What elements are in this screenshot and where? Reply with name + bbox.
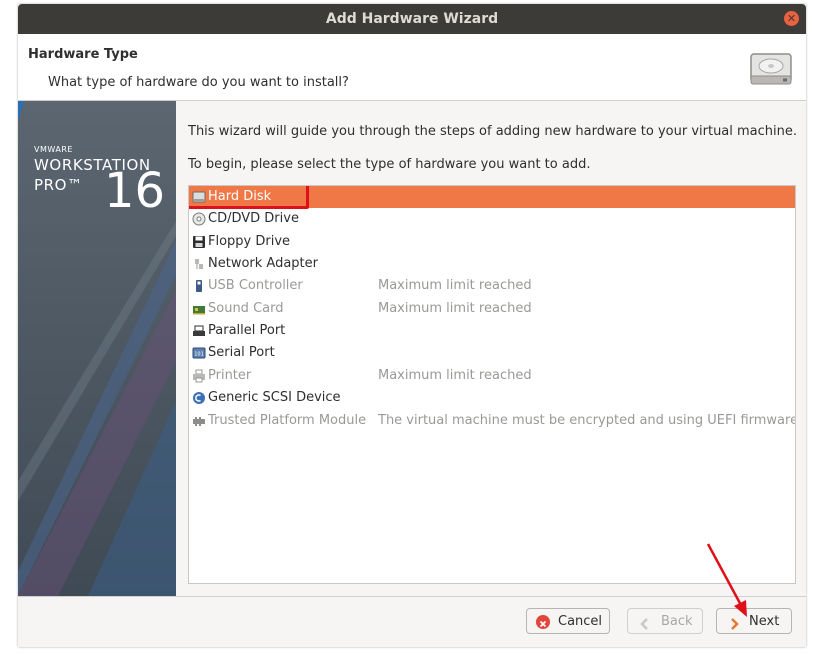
list-item-sound-card[interactable]: Sound Card Maximum limit reached <box>189 298 795 320</box>
wizard-header: Hardware Type What type of hardware do y… <box>18 34 806 100</box>
list-item-status: The virtual machine must be encrypted an… <box>378 413 796 428</box>
list-item-label: Network Adapter <box>208 256 318 271</box>
vmware-sidebar-banner: VMWARE WORKSTATION PRO™ 16 <box>18 101 176 596</box>
list-item-label: Sound Card <box>208 301 284 316</box>
intro-text-2: To begin, please select the type of hard… <box>188 157 591 172</box>
list-item-network-adapter[interactable]: Network Adapter <box>189 253 795 275</box>
add-hardware-wizard-window: Add Hardware Wizard ✕ Hardware Type What… <box>18 4 806 647</box>
page-title: Hardware Type <box>28 47 138 62</box>
sound-card-icon <box>192 302 206 316</box>
chevron-right-icon <box>727 615 741 630</box>
window-title: Add Hardware Wizard <box>325 11 499 27</box>
list-item-label: Printer <box>208 368 252 383</box>
brand-edition: PRO™ <box>34 176 83 194</box>
list-item-label: Generic SCSI Device <box>208 390 341 405</box>
list-item-label: Serial Port <box>208 345 275 360</box>
list-item-label: Floppy Drive <box>208 234 291 249</box>
serial-port-icon: 101 <box>192 346 206 360</box>
list-item-label: USB Controller <box>208 278 303 293</box>
intro-text-1: This wizard will guide you through the s… <box>188 124 798 139</box>
list-item-usb-controller[interactable]: USB Controller Maximum limit reached <box>189 275 795 297</box>
wizard-content: This wizard will guide you through the s… <box>176 101 806 596</box>
page-subtitle: What type of hardware do you want to ins… <box>48 75 349 90</box>
hard-disk-highlight-annotation <box>189 186 309 209</box>
footer-separator <box>18 596 806 597</box>
close-icon[interactable]: ✕ <box>784 11 799 26</box>
next-label: Next <box>749 614 780 629</box>
tpm-icon <box>192 414 206 428</box>
list-item-trusted-platform-module[interactable]: Trusted Platform Module The virtual mach… <box>189 410 795 432</box>
cancel-icon <box>536 615 550 629</box>
parallel-port-icon <box>192 324 206 338</box>
chevron-left-icon <box>638 615 652 630</box>
cd-dvd-icon <box>192 212 206 226</box>
list-item-label: CD/DVD Drive <box>208 211 299 226</box>
brand-vmware-label: VMWARE <box>34 145 73 154</box>
list-item-status: Maximum limit reached <box>378 368 532 383</box>
back-button[interactable]: Back <box>627 608 703 634</box>
list-item-generic-scsi-device[interactable]: Generic SCSI Device <box>189 387 795 409</box>
list-item-parallel-port[interactable]: Parallel Port <box>189 320 795 342</box>
title-bar[interactable]: Add Hardware Wizard ✕ <box>18 4 806 34</box>
list-item-floppy-drive[interactable]: Floppy Drive <box>189 231 795 253</box>
list-item-status: Maximum limit reached <box>378 278 532 293</box>
back-label: Back <box>661 614 693 629</box>
hard-disk-icon <box>750 53 792 85</box>
next-button[interactable]: Next <box>716 608 792 634</box>
brand-version: 16 <box>104 163 166 219</box>
usb-icon <box>192 279 206 293</box>
cancel-button[interactable]: Cancel <box>526 608 610 634</box>
list-item-status: Maximum limit reached <box>378 301 532 316</box>
network-icon <box>192 257 206 271</box>
cancel-label: Cancel <box>558 614 603 629</box>
printer-icon <box>192 369 206 383</box>
scsi-icon <box>192 391 206 405</box>
svg-text:101: 101 <box>194 352 204 358</box>
hardware-type-list[interactable]: Hard Disk CD/DVD Drive Floppy Drive Netw… <box>188 185 796 584</box>
list-item-label: Trusted Platform Module <box>208 413 367 428</box>
list-item-cd-dvd-drive[interactable]: CD/DVD Drive <box>189 208 795 230</box>
list-item-label: Parallel Port <box>208 323 286 338</box>
list-item-serial-port[interactable]: 101 Serial Port <box>189 342 795 364</box>
list-item-printer[interactable]: Printer Maximum limit reached <box>189 365 795 387</box>
floppy-icon <box>192 235 206 249</box>
